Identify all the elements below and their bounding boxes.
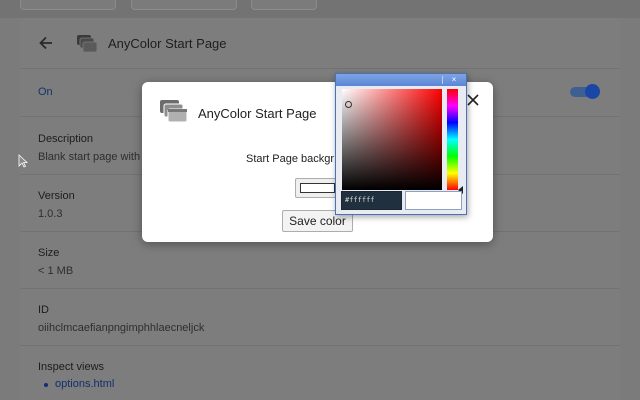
- id-label: ID: [38, 304, 49, 316]
- background-color-label: Start Page backgr: [246, 153, 335, 165]
- toolbar-button[interactable]: [251, 0, 317, 10]
- size-value: < 1 MB: [38, 265, 74, 277]
- color-picker-popup: × #ffffff: [335, 73, 467, 215]
- picker-titlebar[interactable]: ×: [336, 74, 466, 86]
- mouse-pointer-icon: [18, 154, 28, 168]
- description-label: Description: [38, 133, 94, 145]
- picker-close-icon[interactable]: ×: [448, 74, 460, 85]
- description-value: Blank start page with: [38, 151, 141, 163]
- top-toolbar: [0, 0, 640, 18]
- options-html-link[interactable]: options.html: [55, 378, 114, 390]
- version-label: Version: [38, 190, 75, 202]
- sv-cursor-handle[interactable]: [345, 101, 352, 108]
- close-icon[interactable]: [465, 92, 481, 108]
- toggle-knob[interactable]: [585, 84, 600, 99]
- divider: [20, 288, 620, 289]
- toolbar-button[interactable]: [131, 0, 237, 10]
- color-swatch-button[interactable]: [295, 178, 340, 198]
- titlebar-separator: [442, 76, 443, 84]
- inspect-views-label: Inspect views: [38, 361, 105, 373]
- hex-color-input[interactable]: #ffffff: [341, 191, 402, 210]
- color-swatch: [300, 183, 335, 193]
- dialog-title: AnyColor Start Page: [198, 106, 317, 121]
- hue-slider[interactable]: [447, 89, 458, 190]
- app-icon: [160, 100, 188, 123]
- app-icon: [77, 35, 98, 53]
- size-label: Size: [38, 247, 60, 259]
- saturation-value-area[interactable]: [342, 89, 442, 190]
- enabled-label: On: [38, 86, 53, 98]
- version-value: 1.0.3: [38, 208, 63, 220]
- back-arrow-icon[interactable]: [37, 34, 55, 52]
- toolbar-button[interactable]: [20, 0, 116, 10]
- list-bullet: [44, 383, 48, 387]
- id-value: oiihclmcaefianpngimphhlaecnelјck: [38, 322, 205, 334]
- color-preview: [405, 191, 462, 210]
- divider: [20, 345, 620, 346]
- divider: [20, 68, 620, 69]
- page-title: AnyColor Start Page: [108, 36, 227, 51]
